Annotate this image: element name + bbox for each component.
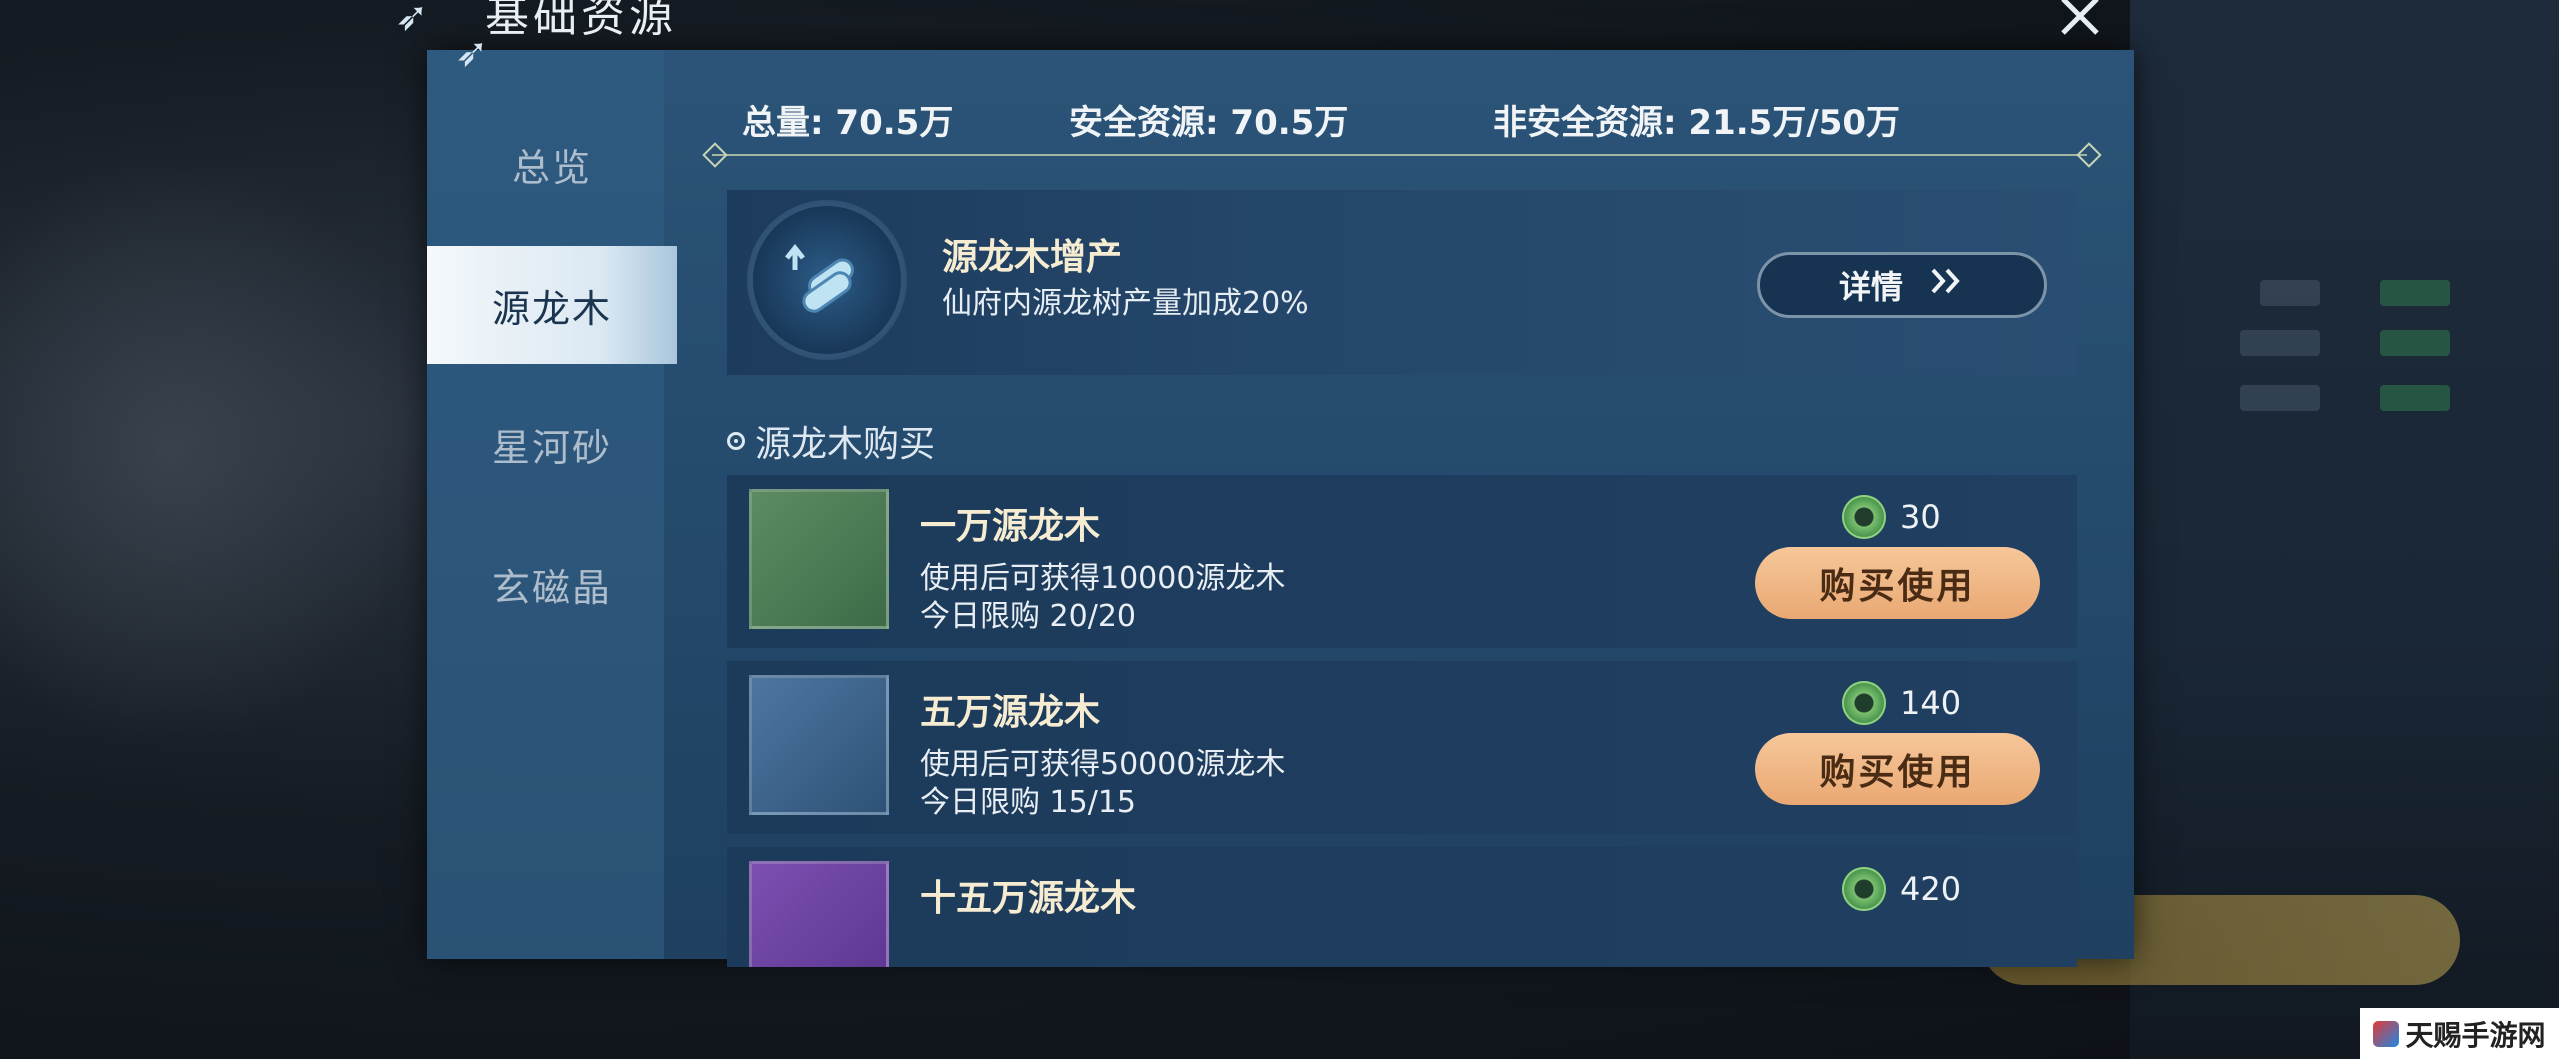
buy-use-button[interactable]: 购买使用	[1755, 733, 2040, 805]
background-row	[2380, 330, 2450, 356]
jade-coin-icon	[1842, 495, 1886, 539]
sidebar-item-overview[interactable]: 总览	[427, 105, 677, 223]
swallow-ornament-icon: ➶	[395, 0, 429, 40]
boost-title: 源龙木增产	[942, 237, 1123, 278]
background-figure	[0, 150, 430, 750]
sidebar-item-label: 总览	[511, 145, 592, 190]
wood-bundle-icon[interactable]	[749, 489, 889, 629]
background-row	[2380, 280, 2450, 306]
sidebar-item-label: 玄磁晶	[491, 565, 612, 610]
background-row	[2240, 385, 2320, 411]
list-item: 一万源龙木 使用后可获得10000源龙木 今日限购 20/20 30 购买使用	[727, 475, 2077, 648]
divider-ornament	[2076, 142, 2102, 168]
wood-pile-icon[interactable]	[749, 861, 889, 967]
purchase-list[interactable]: 一万源龙木 使用后可获得10000源龙木 今日限购 20/20 30 购买使用 …	[727, 475, 2077, 967]
site-logo-icon	[2373, 1020, 2400, 1047]
stat-total: 总量: 70.5万	[742, 103, 954, 143]
sidebar-item-yuanlongmu[interactable]: 源龙木	[427, 246, 677, 364]
boost-banner: 源龙木增产 仙府内源龙树产量加成20% 详情	[727, 190, 2077, 375]
price-value: 30	[1900, 498, 1941, 536]
section-title-label: 源龙木购买	[755, 424, 936, 465]
resource-panel: 总览 源龙木 星河砂 玄磁晶 总量: 70.5万 安全资源: 70.5万 非安全…	[427, 50, 2134, 967]
background-row	[2260, 280, 2320, 306]
window-title: 基础资源	[485, 0, 677, 42]
stat-safe: 安全资源: 70.5万	[1069, 103, 1349, 143]
sidebar-item-xinghesha[interactable]: 星河砂	[427, 385, 677, 503]
item-price: 420	[1842, 867, 1961, 911]
details-button[interactable]: 详情	[1757, 252, 2047, 318]
stat-unsafe: 非安全资源: 21.5万/50万	[1493, 103, 1901, 143]
bullet-icon	[727, 432, 745, 450]
watermark: 天赐手游网	[2360, 1008, 2559, 1059]
wood-scroll-icon	[747, 200, 907, 360]
jade-coin-icon	[1842, 867, 1886, 911]
list-item: 五万源龙木 使用后可获得50000源龙木 今日限购 15/15 140 购买使用	[727, 661, 2077, 834]
divider	[712, 154, 2087, 156]
wood-crate-icon[interactable]	[749, 675, 889, 815]
item-price: 140	[1842, 681, 1961, 725]
item-price: 30	[1842, 495, 1941, 539]
section-title: 源龙木购买	[727, 415, 935, 467]
double-chevron-right-icon	[1929, 266, 1965, 304]
jade-coin-icon	[1842, 681, 1886, 725]
buy-use-button[interactable]: 购买使用	[1755, 547, 2040, 619]
sidebar-item-xuancijing[interactable]: 玄磁晶	[427, 525, 677, 643]
sidebar-item-label: 源龙木	[491, 286, 612, 331]
price-value: 420	[1900, 870, 1962, 908]
item-name: 五万源龙木	[920, 692, 1101, 733]
sidebar: 总览 源龙木 星河砂 玄磁晶	[427, 50, 677, 959]
divider-ornament	[702, 142, 728, 168]
item-limit: 今日限购 20/20	[920, 599, 1136, 634]
close-x-icon[interactable]	[2052, 0, 2108, 44]
boost-description: 仙府内源龙树产量加成20%	[942, 286, 1309, 321]
swallow-ornament-icon: ➶	[455, 30, 489, 76]
list-item: 十五万源龙木 420	[727, 847, 2077, 967]
price-value: 140	[1900, 684, 1962, 722]
background-row	[2240, 330, 2320, 356]
sidebar-item-label: 星河砂	[491, 425, 612, 470]
item-limit: 今日限购 15/15	[920, 785, 1136, 820]
details-label: 详情	[1838, 268, 1903, 306]
item-name: 十五万源龙木	[920, 878, 1137, 919]
watermark-text: 天赐手游网	[2405, 1018, 2546, 1052]
item-name: 一万源龙木	[920, 506, 1101, 547]
background-row	[2380, 385, 2450, 411]
